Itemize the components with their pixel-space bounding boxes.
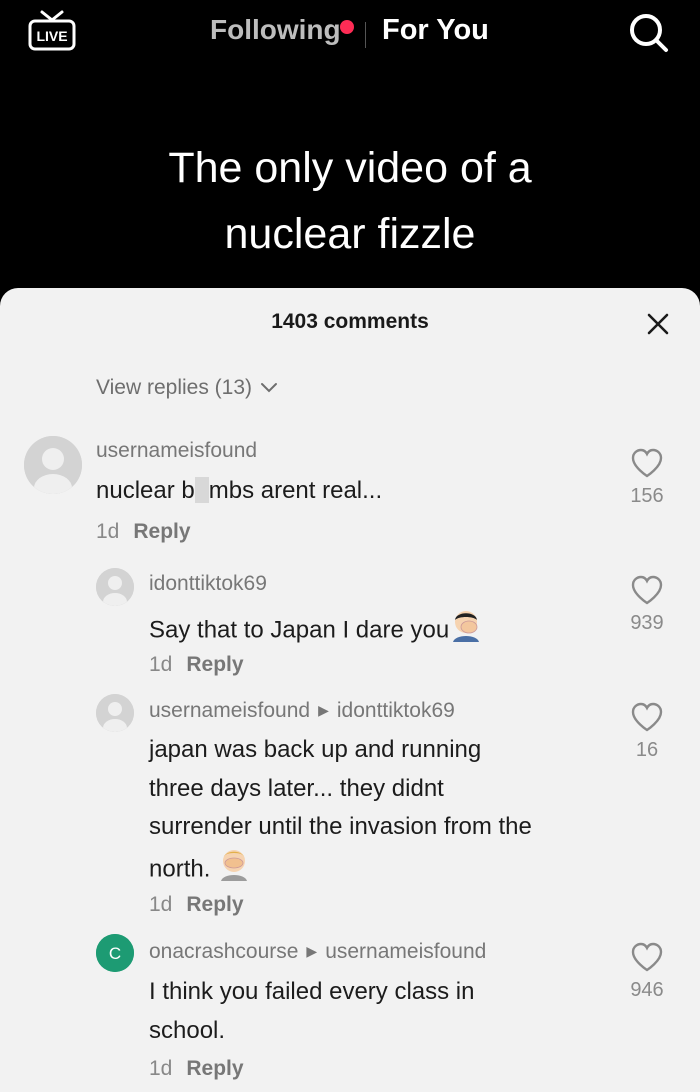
notification-dot: [340, 20, 354, 34]
censored-blur: [194, 477, 209, 503]
comment-username[interactable]: usernameisfound: [96, 439, 257, 463]
comment-text-part-1: nuclear b: [96, 477, 195, 504]
comment-text-line: surrender until the invasion from the: [149, 813, 532, 840]
like-count: 16: [635, 739, 659, 761]
avatar[interactable]: [96, 568, 134, 606]
comment-text-line: three days later... they didnt: [149, 774, 444, 802]
video-title-line-2: nuclear fizzle: [224, 210, 476, 258]
reply-button[interactable]: Reply: [133, 520, 190, 543]
comments-panel: 1403 comments View replies (13) username…: [0, 288, 700, 1092]
top-bar: LIVE Following For You: [0, 0, 700, 70]
comment-meta: 1d Reply: [149, 893, 244, 917]
like-count: 946: [630, 979, 664, 1001]
video-title-line-1: The only video of a: [168, 144, 532, 192]
reply-to-username[interactable]: idonttiktok69: [337, 699, 455, 722]
comments-count: 1403 comments: [271, 310, 429, 333]
facepalm-emoji-icon: [217, 847, 251, 894]
comment-time: 1d: [96, 520, 120, 543]
heart-icon: [631, 942, 663, 972]
avatar-letter: C: [109, 944, 121, 963]
comment-text-line: Say that to Japan I dare you: [149, 616, 450, 644]
comment-text-line: I think you failed every class in: [149, 978, 475, 1005]
tab-following[interactable]: Following: [210, 14, 341, 46]
reply-button[interactable]: Reply: [186, 653, 243, 676]
feed-tabs: Following For You: [0, 12, 700, 52]
comment-time: 1d: [149, 653, 173, 676]
view-replies-button[interactable]: View replies (13): [96, 376, 278, 400]
reply-to-username[interactable]: usernameisfound: [325, 940, 486, 963]
avatar[interactable]: [24, 436, 82, 494]
avatar[interactable]: C: [96, 934, 134, 972]
comment-text: I think you failed every class in school…: [149, 973, 619, 1050]
reply-arrow-icon: ▶: [306, 943, 318, 959]
comment-username[interactable]: idonttiktok69: [149, 572, 267, 596]
avatar[interactable]: [96, 694, 134, 732]
like-button[interactable]: 939: [622, 575, 672, 635]
comment-meta: 1d Reply: [149, 1057, 244, 1081]
comment-meta: 1d Reply: [149, 653, 244, 677]
comment-username: onacrashcourse ▶ usernameisfound: [149, 940, 486, 964]
facepalm-emoji-icon: [449, 608, 483, 655]
search-icon[interactable]: [628, 12, 670, 54]
comment-time: 1d: [149, 893, 173, 916]
heart-icon: [631, 702, 663, 732]
like-button[interactable]: 946: [622, 942, 672, 1002]
tab-for-you[interactable]: For You: [382, 14, 489, 47]
comment-author[interactable]: onacrashcourse: [149, 940, 298, 963]
chevron-down-icon: [261, 383, 278, 393]
comment-text: Say that to Japan I dare you: [149, 608, 483, 655]
comment-text-line: japan was back up and running: [149, 736, 482, 763]
like-count: 939: [630, 612, 664, 634]
like-button[interactable]: 156: [622, 448, 672, 508]
comment-meta: 1d Reply: [96, 520, 191, 544]
reply-button[interactable]: Reply: [186, 893, 243, 916]
like-button[interactable]: 16: [622, 702, 672, 762]
comment-text: japan was back up and running three days…: [149, 731, 619, 893]
like-count: 156: [630, 485, 664, 507]
reply-arrow-icon: ▶: [318, 702, 329, 718]
comment-text-line: school.: [149, 1016, 226, 1044]
comment-text-part-2: mbs arent real...: [208, 477, 383, 504]
heart-icon: [631, 448, 663, 478]
comment-text: nuclear b mbs arent real...: [96, 472, 382, 511]
close-icon[interactable]: [646, 312, 670, 336]
comment-time: 1d: [149, 1057, 173, 1080]
video-title: The only video of a nuclear fizzle: [0, 135, 700, 267]
comment-text-line: north.: [149, 855, 211, 883]
heart-icon: [631, 575, 663, 605]
comment-username: usernameisfound ▶ idonttiktok69: [149, 699, 455, 723]
comment-author[interactable]: usernameisfound: [149, 699, 310, 722]
view-replies-label: View replies (13): [96, 376, 253, 399]
tab-divider: [365, 22, 366, 48]
reply-button[interactable]: Reply: [186, 1057, 243, 1080]
